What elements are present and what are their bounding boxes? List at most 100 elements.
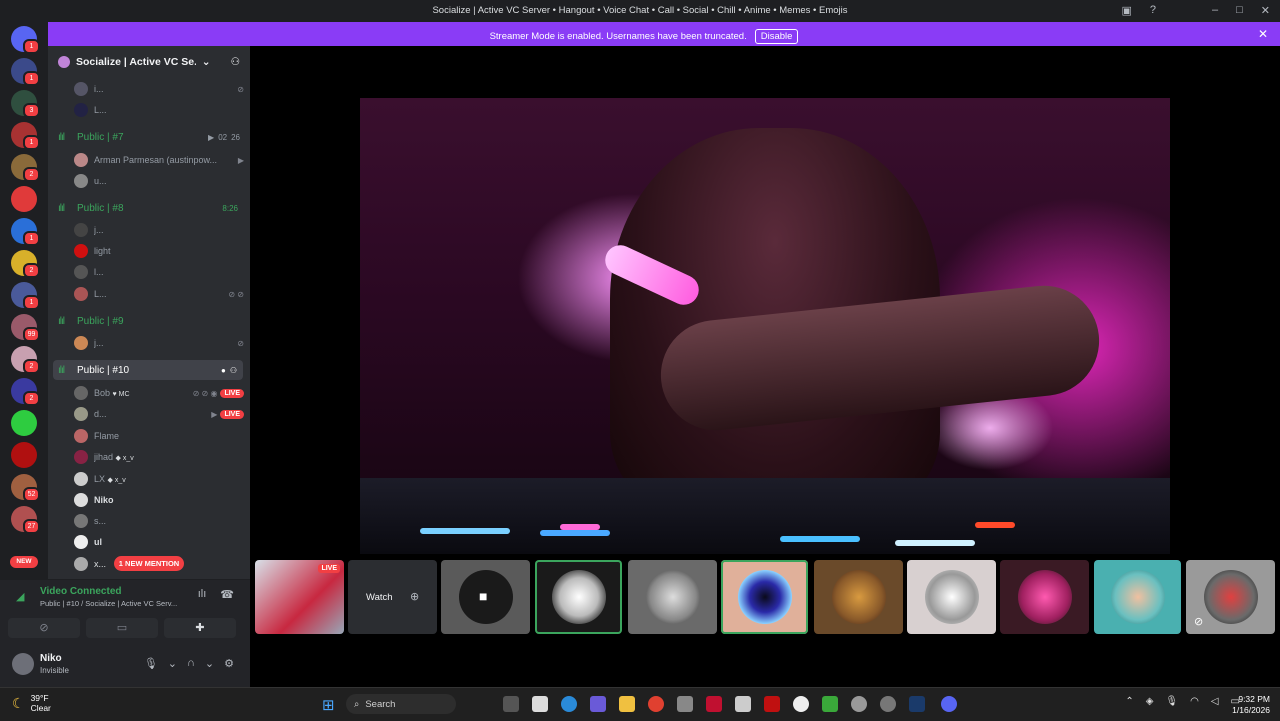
watch-stream-tile[interactable]: Watch ⊕ (348, 560, 437, 634)
avatar[interactable] (12, 653, 34, 675)
focused-video-stream[interactable] (360, 98, 1170, 554)
opera-icon[interactable] (706, 696, 722, 712)
settings-icon[interactable] (851, 696, 867, 712)
inbox-icon[interactable]: ▣ (1121, 4, 1131, 17)
voice-user[interactable]: j... (74, 220, 244, 240)
voice-user[interactable]: jihad ◆ x_v (74, 447, 244, 467)
chevron-down-icon[interactable]: ⌄ (205, 657, 214, 670)
server-icon[interactable] (11, 410, 37, 436)
store-icon[interactable] (677, 696, 693, 712)
clock[interactable]: 9:32 PM 1/16/2026 (1232, 694, 1270, 716)
chat-icon[interactable]: ● (221, 366, 226, 375)
voice-user-bob[interactable]: Bob ♥ MC ⊘ ⊘ ◉ LIVE (74, 383, 244, 403)
user-display-name[interactable]: Niko (40, 653, 62, 664)
chevron-down-icon[interactable]: ⌄ (168, 657, 177, 670)
activities-button[interactable]: ✚ (164, 618, 236, 638)
windows-start-icon[interactable]: ⊞ (322, 696, 335, 714)
watch-button[interactable]: Watch (366, 592, 393, 603)
voice-user[interactable]: L... (74, 100, 244, 120)
voice-user[interactable]: j... ⊘ (74, 333, 244, 353)
task-view-icon[interactable] (503, 696, 519, 712)
server-icon[interactable]: 2 (11, 154, 40, 182)
server-icon[interactable]: 2 (11, 346, 40, 374)
voice-channel-public-8[interactable]: ılıl Public | #8 8:26 (48, 198, 250, 218)
maximize-icon[interactable]: □ (1236, 4, 1243, 17)
microphone-icon[interactable]: 🎙 (1165, 696, 1178, 707)
capcut-icon[interactable] (793, 696, 809, 712)
close-banner-icon[interactable]: ✕ (1258, 27, 1268, 41)
voice-user[interactable]: light (74, 241, 244, 261)
noise-suppression-icon[interactable]: ılı (198, 588, 207, 601)
server-icon[interactable]: 2 (11, 378, 40, 406)
taskbar-search[interactable]: ⌕ Search (346, 694, 456, 714)
popout-icon[interactable]: ⊕ (410, 590, 419, 603)
weather-widget[interactable]: ☾ 39°F Clear (12, 693, 51, 713)
chevron-up-icon[interactable]: ⌃ (1125, 696, 1133, 707)
server-icon[interactable]: 2 (11, 250, 40, 278)
steam-icon[interactable] (909, 696, 925, 712)
participant-tile[interactable] (1094, 560, 1181, 634)
minimize-icon[interactable]: – (1212, 4, 1218, 17)
close-window-icon[interactable]: ✕ (1261, 4, 1270, 17)
edge-icon[interactable] (561, 696, 577, 712)
participant-tile[interactable] (814, 560, 903, 634)
voice-user[interactable]: d... ▶ LIVE (74, 404, 244, 424)
server-icon[interactable] (11, 442, 37, 468)
participant-tile-speaking[interactable] (535, 560, 622, 634)
voice-channel-public-7[interactable]: ılıl Public | #7 ▶ 02 26 (48, 127, 250, 147)
server-icon[interactable]: 27 (11, 506, 40, 534)
voice-user-niko[interactable]: Niko (74, 490, 244, 510)
invite-people-icon[interactable]: ⚇ (231, 56, 240, 68)
server-icon[interactable]: 52 (11, 474, 40, 502)
new-mention-pill[interactable]: 1 NEW MENTION (114, 556, 184, 571)
participant-tile[interactable] (628, 560, 717, 634)
stream-preview-tile[interactable]: LIVE (255, 560, 344, 634)
disconnect-icon[interactable]: ☎ (220, 588, 234, 601)
participant-tile[interactable]: ■ (441, 560, 530, 634)
new-servers-pill[interactable]: NEW (10, 556, 38, 568)
headphones-icon[interactable]: ∩ (187, 657, 195, 670)
server-icon[interactable]: 99 (11, 314, 40, 342)
app-icon[interactable] (735, 696, 751, 712)
voice-user[interactable]: L... ⊘ ⊘ (74, 284, 244, 304)
discord-home-icon[interactable]: 1 (11, 26, 40, 54)
server-icon[interactable]: 1 (11, 122, 40, 150)
participant-tile[interactable]: ⊘ (1186, 560, 1275, 634)
disable-streamer-mode-button[interactable]: Disable (754, 29, 799, 44)
invite-icon[interactable]: ⚇ (230, 366, 237, 375)
voice-user[interactable]: s... (74, 511, 244, 531)
settings-gear-icon[interactable]: ⚙ (224, 657, 234, 670)
voice-user[interactable]: l... (74, 262, 244, 282)
minecraft-icon[interactable] (822, 696, 838, 712)
file-explorer-icon[interactable] (619, 696, 635, 712)
server-icon[interactable]: 3 (11, 90, 40, 118)
file-icon[interactable] (532, 696, 548, 712)
tray-app-icon[interactable]: ◈ (1146, 696, 1154, 707)
voice-channel-public-9[interactable]: ılıl Public | #9 (48, 311, 250, 331)
share-screen-button[interactable]: ▭ (86, 618, 158, 638)
netflix-icon[interactable] (764, 696, 780, 712)
volume-icon[interactable]: ◁ (1211, 696, 1219, 707)
voice-user[interactable]: u... (74, 171, 244, 191)
voice-connected-subtitle[interactable]: Public | #10 / Socialize | Active VC Ser… (40, 599, 177, 608)
voice-user[interactable]: ul (74, 532, 244, 552)
voice-user[interactable]: LX ◆ x_v (74, 469, 244, 489)
server-icon[interactable]: 1 (11, 58, 40, 86)
voice-channel-public-10[interactable]: ılıl Public | #10 ● ⚇ (53, 360, 243, 380)
wifi-icon[interactable]: ◠ (1190, 696, 1199, 707)
copilot-icon[interactable] (590, 696, 606, 712)
participant-tile-speaking[interactable] (721, 560, 808, 634)
chrome-icon[interactable] (648, 696, 664, 712)
server-header[interactable]: Socialize | Active VC Se... ⌄ ⚇ (48, 46, 250, 78)
help-icon[interactable]: ? (1150, 4, 1156, 17)
discord-taskbar-icon[interactable] (941, 696, 957, 712)
camera-button[interactable]: ⊘ (8, 618, 80, 638)
server-icon[interactable]: 1 (11, 282, 40, 310)
participant-tile[interactable] (907, 560, 996, 634)
server-icon[interactable] (11, 186, 37, 212)
app-icon[interactable] (880, 696, 896, 712)
voice-user[interactable]: i... ⊘ (74, 79, 244, 99)
microphone-icon[interactable]: 🎙 (144, 657, 158, 670)
voice-user[interactable]: Arman Parmesan (austinpow... ▶ (74, 150, 244, 170)
server-icon[interactable]: 1 (11, 218, 40, 246)
